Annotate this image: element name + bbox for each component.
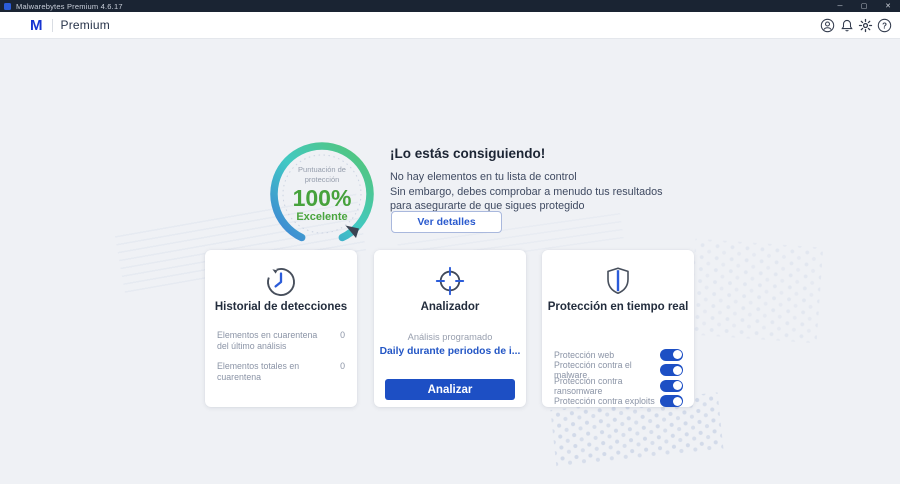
malware-protection-toggle[interactable] bbox=[660, 364, 683, 376]
row-label: Elementos totales en cuarentena bbox=[217, 361, 329, 383]
history-clock-icon bbox=[205, 263, 357, 299]
status-line: Sin embargo, debes comprobar a menudo tu… bbox=[390, 185, 720, 200]
svg-text:?: ? bbox=[882, 21, 887, 30]
status-heading: ¡Lo estás consiguiendo! bbox=[390, 146, 720, 161]
malwarebytes-window: Malwarebytes Premium 4.6.17 ─ ▢ ✕ M Prem… bbox=[0, 0, 900, 484]
shield-icon bbox=[542, 263, 694, 299]
toggle-label: Protección contra exploits bbox=[554, 396, 655, 406]
titlebar-title: Malwarebytes Premium 4.6.17 bbox=[16, 2, 123, 11]
malwarebytes-logo: M bbox=[30, 18, 43, 33]
titlebar: Malwarebytes Premium 4.6.17 ─ ▢ ✕ bbox=[0, 0, 900, 12]
scanner-card: Analizador Análisis programado Daily dur… bbox=[374, 250, 526, 407]
account-icon[interactable] bbox=[818, 17, 837, 33]
gauge-label: Puntuación de protección bbox=[287, 165, 357, 185]
detection-history-title: Historial de detecciones bbox=[205, 301, 357, 313]
close-button[interactable]: ✕ bbox=[876, 0, 900, 12]
row-label: Elementos en cuarentena del último análi… bbox=[217, 330, 329, 352]
protection-score-gauge: Puntuación de protección 100% Excelente bbox=[267, 139, 377, 249]
settings-gear-icon[interactable] bbox=[856, 17, 875, 33]
notifications-bell-icon[interactable] bbox=[837, 17, 856, 33]
realtime-protection-title: Protección en tiempo real bbox=[542, 301, 694, 313]
web-protection-toggle[interactable] bbox=[660, 349, 683, 361]
scheduled-scan-label: Análisis programado bbox=[374, 332, 526, 342]
exploit-protection-toggle[interactable] bbox=[660, 395, 683, 407]
help-icon[interactable]: ? bbox=[875, 17, 894, 33]
ransomware-protection-toggle[interactable] bbox=[660, 380, 683, 392]
logo-divider bbox=[52, 19, 53, 32]
scanner-crosshair-icon bbox=[374, 263, 526, 299]
protection-score-value: 100% bbox=[293, 186, 352, 211]
row-value: 0 bbox=[340, 330, 345, 352]
realtime-protection-card: Protección en tiempo real Protección web… bbox=[542, 250, 694, 407]
row-value: 0 bbox=[340, 361, 345, 383]
detection-history-card: Historial de detecciones Elementos en cu… bbox=[205, 250, 357, 407]
toggle-label: Protección web bbox=[554, 350, 614, 360]
toggle-label: Protección contra ransomware bbox=[554, 376, 660, 396]
app-header: M Premium ? bbox=[0, 12, 900, 39]
titlebar-app-icon bbox=[4, 3, 11, 10]
brand-label: Premium bbox=[61, 18, 110, 32]
quarantine-total-row: Elementos totales en cuarentena 0 bbox=[217, 361, 345, 383]
maximize-button[interactable]: ▢ bbox=[852, 0, 876, 12]
minimize-button[interactable]: ─ bbox=[828, 0, 852, 12]
quarantine-last-scan-row: Elementos en cuarentena del último análi… bbox=[217, 330, 345, 352]
status-message: ¡Lo estás consiguiendo! No hay elementos… bbox=[390, 146, 720, 214]
scheduled-scan-link[interactable]: Daily durante periodos de i... bbox=[374, 346, 526, 357]
scanner-title: Analizador bbox=[374, 301, 526, 313]
ransomware-protection-row: Protección contra ransomware bbox=[554, 378, 683, 393]
scan-button[interactable]: Analizar bbox=[385, 379, 515, 400]
protection-score-rating: Excelente bbox=[296, 211, 347, 224]
status-line: No hay elementos en tu lista de control bbox=[390, 170, 720, 185]
exploit-protection-row: Protección contra exploits bbox=[554, 394, 683, 409]
view-details-button[interactable]: Ver detalles bbox=[391, 211, 502, 233]
map-pattern bbox=[689, 239, 823, 344]
